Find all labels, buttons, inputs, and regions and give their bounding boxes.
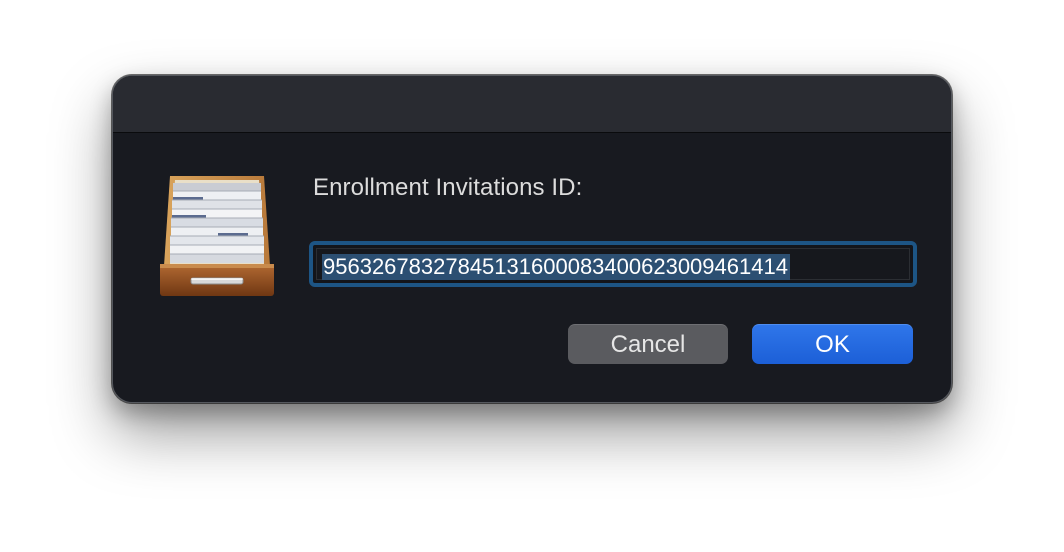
dialog-titlebar[interactable] — [113, 76, 951, 133]
prompt-label: Enrollment Invitations ID: — [313, 174, 583, 201]
enrollment-id-input[interactable]: 9563267832784513160008340062300946141​4 — [309, 241, 917, 287]
desktop-background: Enrollment Invitations ID: 9563267832784… — [0, 0, 1064, 552]
input-dialog: Enrollment Invitations ID: 9563267832784… — [112, 75, 952, 403]
input-well[interactable]: 9563267832784513160008340062300946141​4 — [316, 248, 910, 280]
ok-button[interactable]: OK — [752, 324, 913, 364]
input-value-selected[interactable]: 9563267832784513160008340062300946141​4 — [322, 254, 790, 280]
file-drawer-icon — [158, 174, 276, 298]
cancel-button[interactable]: Cancel — [568, 324, 728, 364]
